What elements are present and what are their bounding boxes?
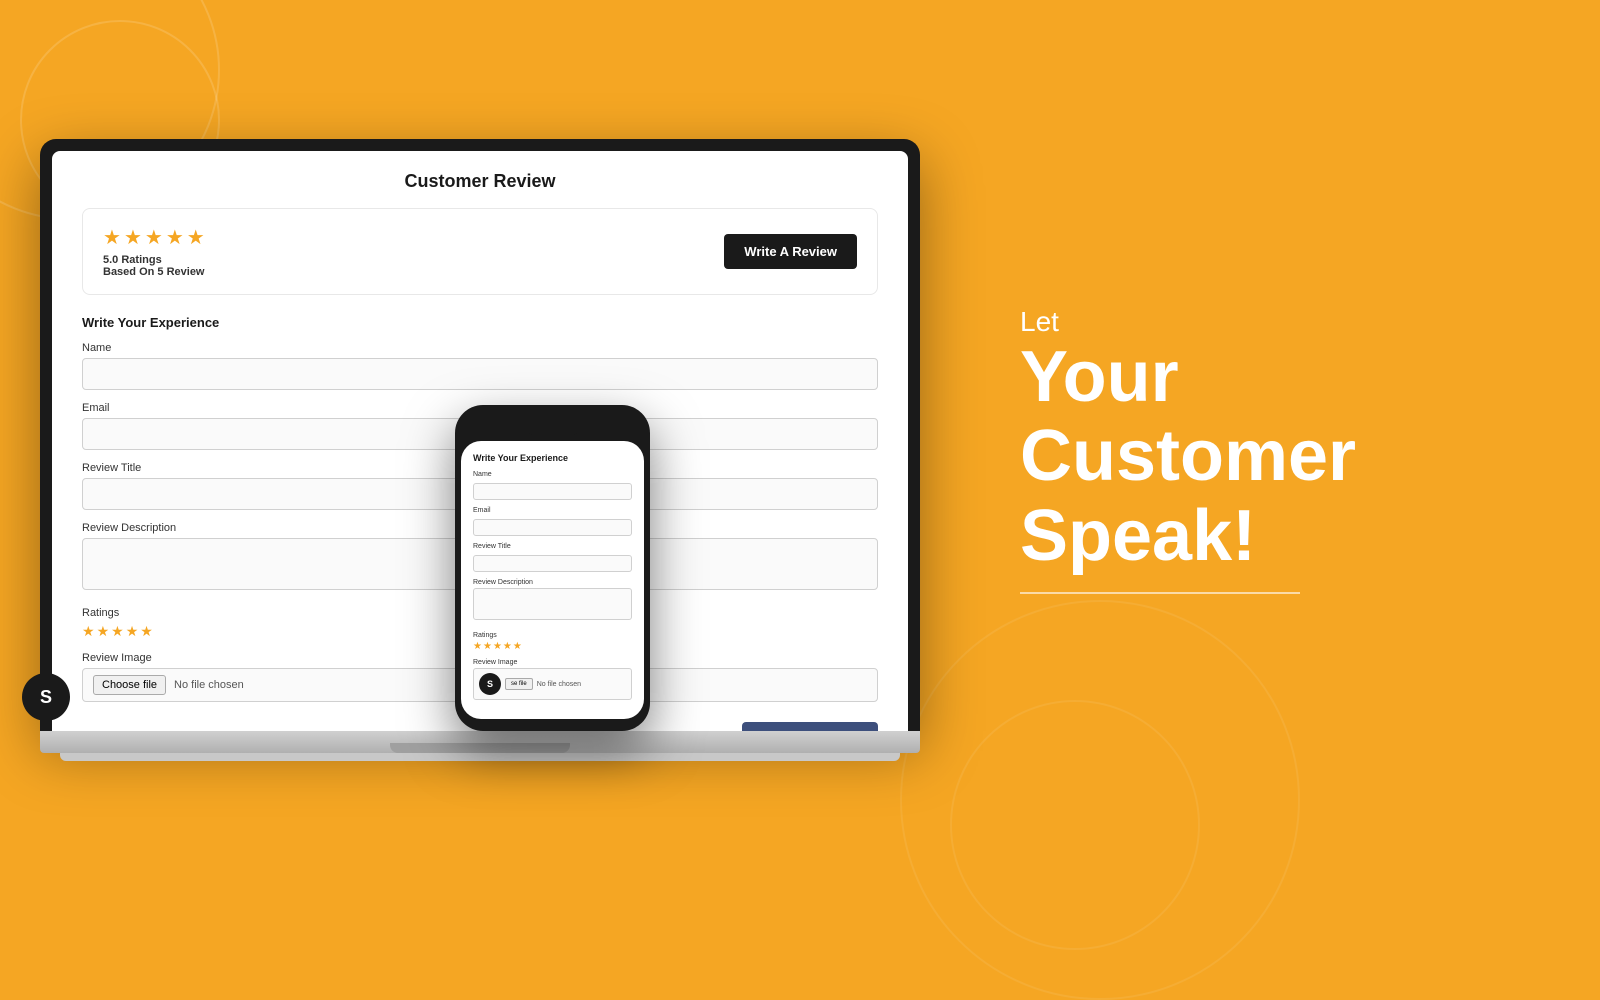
phone-stars-row: ★ ★ ★ ★ ★	[473, 641, 632, 652]
laptop-base	[40, 731, 920, 753]
phone-review-image-label: Review Image	[473, 659, 632, 666]
phone-star-1[interactable]: ★	[473, 641, 482, 652]
star-1: ★	[103, 225, 121, 250]
form-star-4[interactable]: ★	[126, 623, 139, 640]
laptop-rating-left: ★ ★ ★ ★ ★ 5.0 Ratings Based On 5 Review	[103, 225, 205, 278]
laptop-choose-file-button[interactable]: Choose file	[93, 675, 166, 695]
shopify-icon-laptop: S	[22, 673, 70, 721]
phone-name-group: Name	[473, 471, 632, 500]
phone-email-label: Email	[473, 507, 632, 514]
laptop-form-section-title: Write Your Experience	[82, 315, 878, 330]
hero-divider	[1020, 592, 1300, 594]
phone-review-desc-label: Review Description	[473, 579, 632, 586]
laptop-foot	[60, 753, 900, 761]
star-4: ★	[166, 225, 184, 250]
form-star-2[interactable]: ★	[97, 623, 110, 640]
laptop-submit-button[interactable]: Submit Review	[742, 722, 878, 731]
phone-star-2[interactable]: ★	[483, 641, 492, 652]
laptop-page-title: Customer Review	[82, 171, 878, 192]
hero-headline-line2: Customer	[1020, 416, 1356, 496]
form-star-5[interactable]: ★	[140, 623, 153, 640]
phone-review-title-input[interactable]	[473, 555, 632, 572]
star-5: ★	[187, 225, 205, 250]
laptop-rating-card: ★ ★ ★ ★ ★ 5.0 Ratings Based On 5 Review …	[82, 208, 878, 295]
phone-file-input-row: se file No file chosen	[505, 678, 581, 690]
phone-name-input[interactable]	[473, 483, 632, 500]
phone-notch	[523, 417, 583, 435]
phone-review-desc-group: Review Description	[473, 579, 632, 625]
star-2: ★	[124, 225, 142, 250]
laptop-name-group: Name	[82, 342, 878, 390]
form-star-1[interactable]: ★	[82, 623, 95, 640]
hero-let-text: Let	[1020, 306, 1560, 338]
phone-email-group: Email	[473, 507, 632, 536]
phone-form-title: Write Your Experience	[473, 453, 632, 463]
phone-review-image-group: Review Image S se file No file chosen	[473, 659, 632, 700]
phone-ratings-group: Ratings ★ ★ ★ ★ ★	[473, 632, 632, 652]
write-review-button[interactable]: Write A Review	[724, 234, 857, 269]
phone-device: Write Your Experience Name Email Review …	[455, 405, 650, 731]
phone-review-title-group: Review Title	[473, 543, 632, 572]
laptop-rating-score: 5.0 Ratings	[103, 254, 205, 266]
laptop-name-input[interactable]	[82, 358, 878, 390]
laptop-name-label: Name	[82, 342, 878, 354]
phone-review-desc-textarea[interactable]	[473, 588, 632, 620]
phone-device-wrapper: Write Your Experience Name Email Review …	[455, 405, 650, 731]
laptop-stars-row: ★ ★ ★ ★ ★	[103, 225, 205, 250]
shopify-icon-file-input: S	[479, 673, 501, 695]
phone-review-title-label: Review Title	[473, 543, 632, 550]
hero-headline-line3: Speak!	[1020, 496, 1256, 576]
phone-name-label: Name	[473, 471, 632, 478]
phone-star-5[interactable]: ★	[513, 641, 522, 652]
device-group: Customer Review ★ ★ ★ ★ ★	[40, 139, 920, 761]
hero-text-section: Let Your Customer Speak!	[980, 306, 1560, 594]
hero-headline-line1: Your	[1020, 337, 1179, 417]
phone-choose-file-button[interactable]: se file	[505, 678, 533, 690]
bg-decoration-4	[950, 700, 1200, 950]
laptop-rating-based: Based On 5 Review	[103, 266, 205, 278]
laptop-no-file-text: No file chosen	[174, 679, 244, 691]
phone-ratings-label: Ratings	[473, 632, 632, 639]
form-star-3[interactable]: ★	[111, 623, 124, 640]
phone-star-3[interactable]: ★	[493, 641, 502, 652]
phone-screen: Write Your Experience Name Email Review …	[461, 441, 644, 719]
phone-no-file-text: No file chosen	[537, 681, 581, 688]
star-3: ★	[145, 225, 163, 250]
phone-email-input[interactable]	[473, 519, 632, 536]
phone-star-4[interactable]: ★	[503, 641, 512, 652]
main-container: Customer Review ★ ★ ★ ★ ★	[0, 0, 1600, 900]
hero-headline: Your Customer Speak!	[1020, 338, 1560, 576]
